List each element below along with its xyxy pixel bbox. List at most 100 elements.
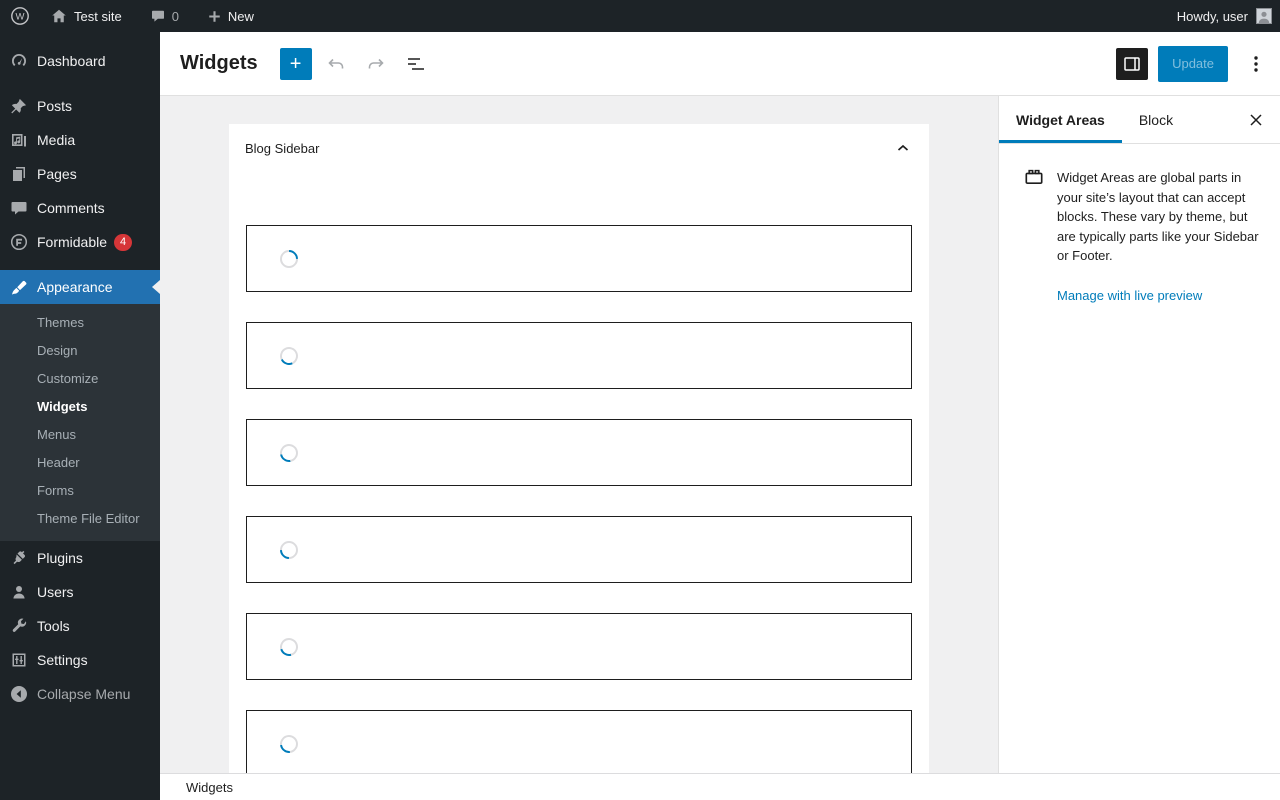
widget-area-title: Blog Sidebar bbox=[245, 140, 320, 156]
sidebar-item-posts[interactable]: Posts bbox=[0, 89, 160, 123]
new-label: New bbox=[227, 8, 254, 24]
sidebar-item-pages[interactable]: Pages bbox=[0, 157, 160, 191]
pushpin-icon bbox=[9, 96, 29, 116]
widget-area-icon bbox=[1025, 169, 1043, 184]
sidebar-item-label: Comments bbox=[37, 200, 105, 216]
admin-bar: W Test site 0 New Howdy, user bbox=[0, 0, 1280, 32]
redo-button[interactable] bbox=[360, 48, 392, 80]
widget-area-body bbox=[229, 172, 929, 773]
new-content-menu[interactable]: New bbox=[189, 0, 264, 32]
svg-text:W: W bbox=[16, 12, 25, 23]
sidebar-item-label: Media bbox=[37, 132, 76, 148]
options-kebab-button[interactable] bbox=[1240, 48, 1272, 80]
wordpress-logo-menu[interactable]: W bbox=[0, 0, 40, 32]
loading-spinner-icon bbox=[276, 536, 302, 563]
redo-icon bbox=[368, 58, 384, 68]
loading-block-placeholder bbox=[246, 613, 912, 680]
menu-separator bbox=[0, 78, 160, 89]
undo-button[interactable] bbox=[320, 48, 352, 80]
appearance-submenu: Themes Design Customize Widgets Menus He… bbox=[0, 304, 160, 541]
tools-icon bbox=[9, 616, 29, 636]
submenu-item-themes[interactable]: Themes bbox=[0, 309, 160, 337]
sidebar-item-settings[interactable]: Settings bbox=[0, 643, 160, 677]
loading-block-placeholder bbox=[246, 710, 912, 773]
dashboard-icon bbox=[9, 51, 29, 71]
site-name-label: Test site bbox=[74, 8, 122, 24]
media-icon bbox=[9, 130, 29, 150]
collapse-menu-button[interactable]: Collapse Menu bbox=[0, 677, 160, 711]
update-button[interactable]: Update bbox=[1158, 45, 1228, 82]
loading-spinner-icon bbox=[276, 245, 302, 272]
panel-content: Widget Areas are global parts in your si… bbox=[999, 144, 1280, 305]
close-icon bbox=[1250, 113, 1262, 126]
submenu-item-customize[interactable]: Customize bbox=[0, 365, 160, 393]
undo-icon bbox=[327, 58, 343, 68]
block-inserter-button[interactable]: + bbox=[279, 47, 312, 80]
breadcrumb[interactable]: Widgets bbox=[186, 780, 233, 795]
sidebar-item-label: Posts bbox=[37, 98, 73, 114]
widget-area-header[interactable]: Blog Sidebar bbox=[229, 124, 929, 172]
chevron-up-icon bbox=[897, 144, 909, 151]
loading-block-placeholder bbox=[246, 322, 912, 389]
settings-icon bbox=[9, 650, 29, 670]
loading-spinner-icon bbox=[276, 730, 302, 757]
collapse-arrow-icon bbox=[9, 684, 29, 704]
sidebar-item-formidable[interactable]: Formidable 4 bbox=[0, 225, 160, 259]
widget-areas-description: Widget Areas are global parts in your si… bbox=[1057, 170, 1259, 263]
site-name-link[interactable]: Test site bbox=[40, 0, 132, 32]
avatar[interactable] bbox=[1256, 8, 1272, 24]
loading-spinner-icon bbox=[276, 439, 302, 466]
users-icon bbox=[9, 582, 29, 602]
list-view-button[interactable] bbox=[400, 48, 432, 80]
widget-area-blog-sidebar: Blog Sidebar bbox=[229, 124, 929, 773]
admin-menu: Dashboard Posts Media Pages Comments For… bbox=[0, 32, 160, 800]
sidebar-item-label: Appearance bbox=[37, 279, 113, 295]
loading-spinner-icon bbox=[276, 634, 302, 659]
comments-icon bbox=[9, 198, 29, 218]
pages-icon bbox=[9, 164, 29, 184]
submenu-item-theme-file-editor[interactable]: Theme File Editor bbox=[0, 505, 160, 533]
manage-live-preview-link[interactable]: Manage with live preview bbox=[1057, 288, 1202, 303]
sidebar-item-dashboard[interactable]: Dashboard bbox=[0, 44, 160, 78]
settings-sidebar-toggle[interactable] bbox=[1116, 47, 1149, 80]
submenu-item-widgets[interactable]: Widgets bbox=[0, 393, 160, 421]
sidebar-layout-icon bbox=[1124, 56, 1140, 71]
formidable-icon bbox=[9, 232, 29, 252]
panel-tab-bar: Widget Areas Block bbox=[999, 96, 1280, 144]
sidebar-item-users[interactable]: Users bbox=[0, 575, 160, 609]
sidebar-item-tools[interactable]: Tools bbox=[0, 609, 160, 643]
plus-icon: + bbox=[289, 52, 302, 75]
sidebar-item-comments[interactable]: Comments bbox=[0, 191, 160, 225]
block-breadcrumb-bar: Widgets bbox=[160, 773, 1280, 800]
list-view-icon bbox=[407, 57, 424, 70]
sidebar-item-label: Dashboard bbox=[37, 53, 106, 69]
home-icon bbox=[52, 9, 66, 23]
plus-icon bbox=[209, 10, 220, 22]
editor-header: Widgets + Update bbox=[160, 32, 1280, 96]
sidebar-item-label: Plugins bbox=[37, 550, 83, 566]
loading-block-placeholder bbox=[246, 225, 912, 292]
sidebar-item-plugins[interactable]: Plugins bbox=[0, 541, 160, 575]
appearance-icon bbox=[9, 277, 29, 297]
tab-widget-areas[interactable]: Widget Areas bbox=[999, 96, 1122, 143]
collapse-menu-label: Collapse Menu bbox=[37, 686, 131, 702]
kebab-menu-icon bbox=[1254, 55, 1258, 72]
editor-workspace: Blog Sidebar Widget Areas Block Widget A… bbox=[160, 96, 1280, 773]
comment-count: 0 bbox=[171, 8, 179, 24]
loading-spinner-icon bbox=[277, 343, 301, 368]
plugin-icon bbox=[9, 548, 29, 568]
submenu-item-menus[interactable]: Menus bbox=[0, 421, 160, 449]
sidebar-item-appearance[interactable]: Appearance bbox=[0, 270, 160, 304]
submenu-item-design[interactable]: Design bbox=[0, 337, 160, 365]
tab-block[interactable]: Block bbox=[1122, 96, 1190, 143]
howdy-menu[interactable]: Howdy, user bbox=[1177, 0, 1248, 32]
widgets-editor: Widgets + Update Blog Sidebar Widget Are… bbox=[160, 32, 1280, 800]
comment-bubble-icon bbox=[151, 10, 164, 22]
submenu-item-header[interactable]: Header bbox=[0, 449, 160, 477]
comments-shortcut[interactable]: 0 bbox=[132, 0, 189, 32]
wordpress-logo-icon: W bbox=[11, 7, 29, 25]
sidebar-item-media[interactable]: Media bbox=[0, 123, 160, 157]
submenu-item-forms[interactable]: Forms bbox=[0, 477, 160, 505]
close-panel-button[interactable] bbox=[1240, 104, 1272, 136]
sidebar-item-label: Formidable bbox=[37, 234, 108, 250]
